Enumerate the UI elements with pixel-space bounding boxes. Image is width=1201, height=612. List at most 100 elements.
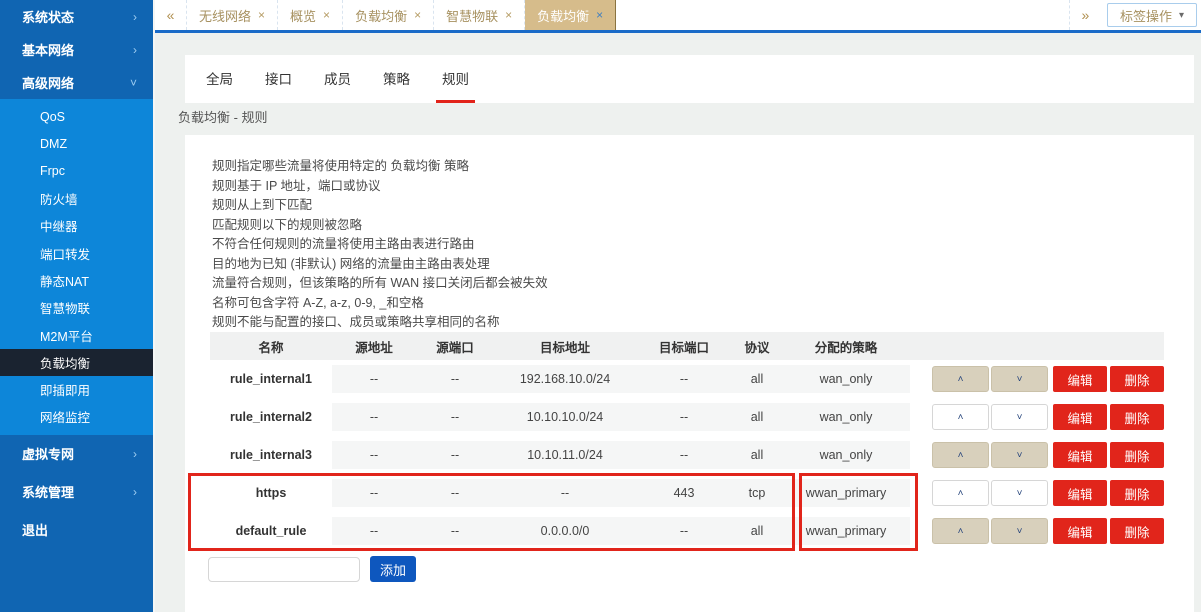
delete-button[interactable]: 删除: [1110, 480, 1164, 506]
sidebar: 系统状态 › 基本网络 › 高级网络 ˅ QoS DMZ Frpc 防火墙 中继…: [0, 0, 153, 612]
table-header-row: 名称 源地址 源端口 目标地址 目标端口 协议 分配的策略: [210, 332, 1164, 360]
collapse-tabs-icon[interactable]: «: [155, 0, 187, 30]
delete-button[interactable]: 删除: [1110, 442, 1164, 468]
description-line: 规则不能与配置的接口、成员或策略共享相同的名称: [212, 315, 500, 329]
source-port-cell: --: [416, 398, 494, 436]
sidebar-submenu-item-label: 静态NAT: [40, 274, 90, 289]
row-actions: ˄ ˅ 编辑 删除: [932, 398, 1164, 436]
move-down-button[interactable]: ˅: [991, 480, 1048, 506]
sidebar-item[interactable]: 系统管理 ›: [0, 473, 153, 511]
section-tab-label: 策略: [383, 71, 410, 87]
move-up-button[interactable]: ˄: [932, 366, 989, 392]
sidebar-submenu-item[interactable]: 负载均衡: [0, 348, 153, 376]
sidebar-submenu-item[interactable]: 静态NAT: [0, 267, 153, 294]
sidebar-item[interactable]: 退出: [0, 511, 153, 549]
add-button[interactable]: 添加: [370, 556, 416, 582]
sidebar-submenu: QoS DMZ Frpc 防火墙 中继器 端口转发 静态NAT 智慧物联 M2M…: [0, 99, 153, 435]
move-up-button[interactable]: ˄: [932, 480, 989, 506]
chevron-icon: ˅: [129, 75, 137, 90]
window-tab-label: 无线网络: [199, 8, 252, 24]
add-rule-row: 添加: [208, 556, 416, 582]
breadcrumb: 负载均衡 - 规则: [178, 110, 268, 125]
tag-operations-button[interactable]: 标签操作 ▾: [1106, 3, 1197, 27]
window-tab[interactable]: 负载均衡 ×: [525, 0, 617, 30]
move-up-button[interactable]: ˄: [932, 518, 989, 544]
window-tab-label: 负载均衡: [355, 8, 408, 24]
delete-button[interactable]: 删除: [1110, 518, 1164, 544]
section-tab-label: 成员: [324, 71, 351, 87]
edit-button[interactable]: 编辑: [1053, 518, 1107, 544]
sidebar-submenu-item[interactable]: 即插即用: [0, 376, 153, 403]
sidebar-item[interactable]: 虚拟专网 ›: [0, 435, 153, 473]
protocol-cell: all: [732, 360, 782, 398]
section-tab[interactable]: 策略: [377, 55, 416, 103]
move-down-button[interactable]: ˅: [991, 518, 1048, 544]
edit-button[interactable]: 编辑: [1053, 480, 1107, 506]
window-tab[interactable]: 无线网络 ×: [187, 0, 279, 30]
dest-port-cell: --: [636, 512, 732, 550]
edit-button[interactable]: 编辑: [1053, 404, 1107, 430]
window-tab[interactable]: 概览 ×: [278, 0, 344, 30]
sidebar-submenu-item[interactable]: 防火墙: [0, 185, 153, 212]
protocol-cell: all: [732, 436, 782, 474]
dest-port-cell: --: [636, 436, 732, 474]
dest-address-cell: 192.168.10.0/24: [494, 360, 636, 398]
delete-button[interactable]: 删除: [1110, 366, 1164, 392]
source-port-cell: --: [416, 436, 494, 474]
source-port-cell: --: [416, 512, 494, 550]
edit-button[interactable]: 编辑: [1053, 442, 1107, 468]
sidebar-submenu-item[interactable]: DMZ: [0, 130, 153, 157]
table-header-cell: 名称: [258, 340, 284, 355]
sidebar-submenu-item[interactable]: M2M平台: [0, 321, 153, 348]
sidebar-submenu-item[interactable]: QoS: [0, 103, 153, 130]
table-row: rule_internal2 -- -- 10.10.10.0/24 -- al…: [210, 398, 1164, 436]
protocol-cell: all: [732, 512, 782, 550]
move-up-button[interactable]: ˄: [932, 442, 989, 468]
section-tab[interactable]: 成员: [318, 55, 357, 103]
table-header-cell: 源地址: [355, 340, 393, 355]
rules-description: 规则指定哪些流量将使用特定的 负载均衡 策略 规则基于 IP 地址，端口或协议 规则…: [212, 157, 548, 333]
close-icon[interactable]: ×: [596, 8, 603, 22]
sidebar-submenu-item[interactable]: 智慧物联: [0, 294, 153, 321]
chevron-icon: ›: [133, 446, 137, 461]
dest-address-cell: 10.10.11.0/24: [494, 436, 636, 474]
expand-tabs-icon[interactable]: »: [1068, 0, 1101, 30]
description-line: 目的地为已知 (非默认) 网络的流量由主路由表处理: [212, 256, 490, 271]
sidebar-item[interactable]: 高级网络 ˅: [0, 66, 153, 99]
section-tab[interactable]: 接口: [259, 55, 298, 103]
move-up-button[interactable]: ˄: [932, 404, 989, 430]
dest-port-cell: --: [636, 360, 732, 398]
source-address-cell: --: [332, 360, 416, 398]
table-row: rule_internal1 -- -- 192.168.10.0/24 -- …: [210, 360, 1164, 398]
new-rule-name-input[interactable]: [208, 556, 360, 582]
close-icon[interactable]: ×: [414, 8, 421, 22]
sidebar-submenu-item[interactable]: Frpc: [0, 158, 153, 185]
move-down-button[interactable]: ˅: [991, 366, 1048, 392]
window-tab[interactable]: 负载均衡 ×: [343, 0, 435, 30]
close-icon[interactable]: ×: [258, 8, 265, 22]
close-icon[interactable]: ×: [323, 8, 330, 22]
edit-button[interactable]: 编辑: [1053, 366, 1107, 392]
sidebar-item[interactable]: 基本网络 ›: [0, 33, 153, 66]
chevron-icon: ›: [133, 42, 137, 57]
sidebar-item[interactable]: 系统状态 ›: [0, 0, 153, 33]
close-icon[interactable]: ×: [505, 8, 512, 22]
sidebar-submenu-item[interactable]: 中继器: [0, 212, 153, 239]
protocol-cell: all: [732, 398, 782, 436]
sidebar-submenu-item[interactable]: 端口转发: [0, 239, 153, 266]
section-tab[interactable]: 规则: [436, 55, 475, 103]
source-address-cell: --: [332, 474, 416, 512]
section-tab[interactable]: 全局: [200, 55, 239, 103]
dest-address-cell: --: [494, 474, 636, 512]
rule-name-cell: rule_internal2: [210, 398, 332, 436]
sidebar-item-label: 高级网络: [22, 76, 75, 91]
section-tab-label: 规则: [442, 71, 469, 87]
window-tab[interactable]: 智慧物联 ×: [434, 0, 526, 30]
chevron-icon: ›: [133, 9, 137, 24]
move-down-button[interactable]: ˅: [991, 404, 1048, 430]
sidebar-submenu-item[interactable]: 网络监控: [0, 403, 153, 430]
move-down-button[interactable]: ˅: [991, 442, 1048, 468]
section-tab-label: 全局: [206, 71, 233, 87]
delete-button[interactable]: 删除: [1110, 404, 1164, 430]
description-line: 名称可包含字符 A-Z, a-z, 0-9, _和空格: [212, 295, 424, 310]
